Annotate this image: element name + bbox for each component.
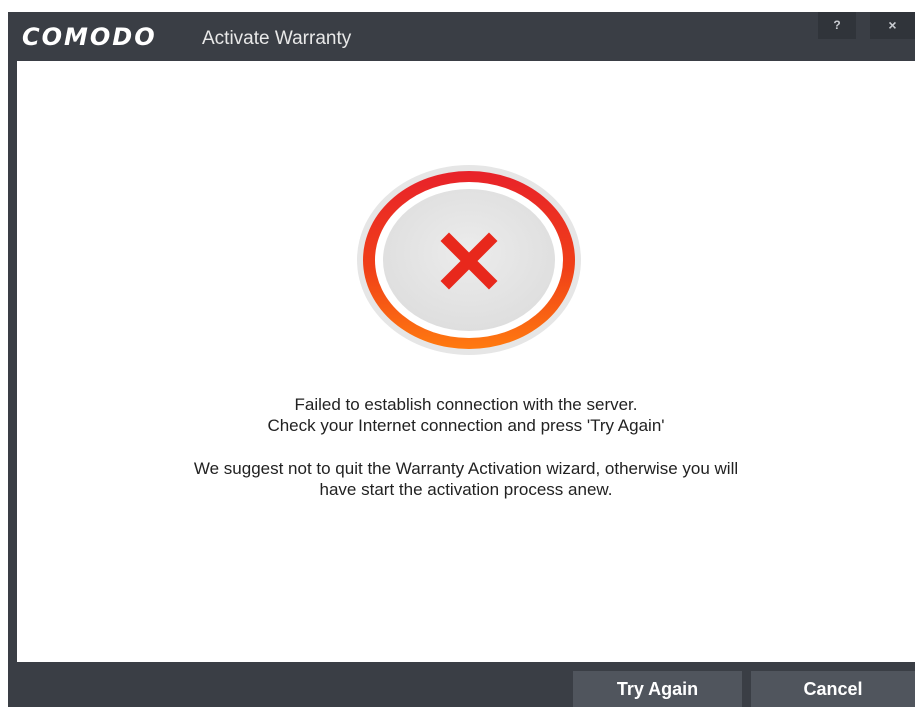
window-title: Activate Warranty (202, 28, 352, 49)
content-panel: Failed to establish connection with the … (17, 61, 915, 662)
activate-warranty-window: COMODO Activate Warranty ? × Failed to e… (8, 12, 915, 707)
error-message-line: Check your Internet connection and press… (267, 416, 665, 435)
try-again-button[interactable]: Try Again (573, 671, 742, 707)
cancel-button[interactable]: Cancel (751, 671, 915, 707)
footer-bar: Try Again Cancel (8, 662, 915, 707)
error-x-icon (356, 164, 582, 356)
titlebar: COMODO Activate Warranty ? × (8, 12, 915, 61)
comodo-logo: COMODO (22, 23, 157, 51)
suggestion-message-line: have start the activation process anew. (319, 480, 613, 499)
help-button[interactable]: ? (818, 12, 856, 39)
error-message-line: Failed to establish connection with the … (294, 395, 638, 414)
suggestion-message-line: We suggest not to quit the Warranty Acti… (193, 459, 739, 478)
close-button[interactable]: × (870, 12, 915, 39)
